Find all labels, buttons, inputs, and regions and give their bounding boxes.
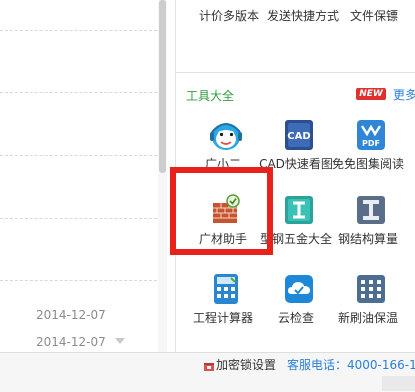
tool-steel-structure[interactable]: 钢结构算量 [328,193,408,259]
tool-label: 新刷油保温 [337,311,398,325]
scrollbar[interactable] [158,0,167,352]
service-hotline: 客服电话：4000-166-166 [287,358,415,372]
tool-engineering-calculator[interactable]: 工程计算器 [183,272,263,338]
lock-icon[interactable] [203,359,215,371]
list-item-date: 2014-12-07 [36,335,106,349]
more-tools-link[interactable]: 更多 [393,86,415,103]
list-item-date: 2014-12-07 [36,308,106,322]
chevron-down-icon[interactable] [115,338,125,344]
row-divider [0,92,157,93]
row-divider [0,218,157,219]
tool-cloud-check[interactable]: 云检查 [256,272,336,338]
calculator-icon [214,274,238,304]
row-divider [0,30,157,31]
link-send-shortcut[interactable]: 发送快捷方式 [267,7,339,24]
new-badge: NEW [356,88,386,100]
tool-label: 免免图集阅读 [331,157,404,171]
scrollbar-thumb[interactable] [159,0,166,173]
paint-insulation-icon [357,275,385,303]
svg-text:PDF: PDF [362,139,380,148]
lock-settings-link[interactable]: 加密锁设置 [216,356,276,373]
cad-viewer-icon: CAD [285,120,313,150]
steel-structure-icon [357,196,385,224]
mascot-icon [210,123,242,150]
tool-pdf-reader[interactable]: PDF 免免图集阅读 [328,118,408,184]
link-file-guard[interactable]: 文件保镖 [350,7,398,24]
tool-label: 钢结构算量 [337,232,398,246]
row-divider [0,155,157,156]
tool-paint-insulation[interactable]: 新刷油保温 [328,272,408,338]
link-multi-version-pricing[interactable]: 计价多版本 [199,7,259,24]
tools-section-title: 工具大全 [186,89,235,103]
left-list-pane: 2014-12-07 2014-12-07 [0,0,157,352]
window-corner [382,376,415,391]
pdf-reader-icon: PDF [357,120,385,150]
highlight-box [170,167,273,255]
row-divider [0,280,157,281]
section-divider [176,72,415,73]
svg-text:CAD: CAD [287,131,310,142]
cloud-check-icon [285,275,313,303]
steel-hardware-icon [285,196,313,224]
